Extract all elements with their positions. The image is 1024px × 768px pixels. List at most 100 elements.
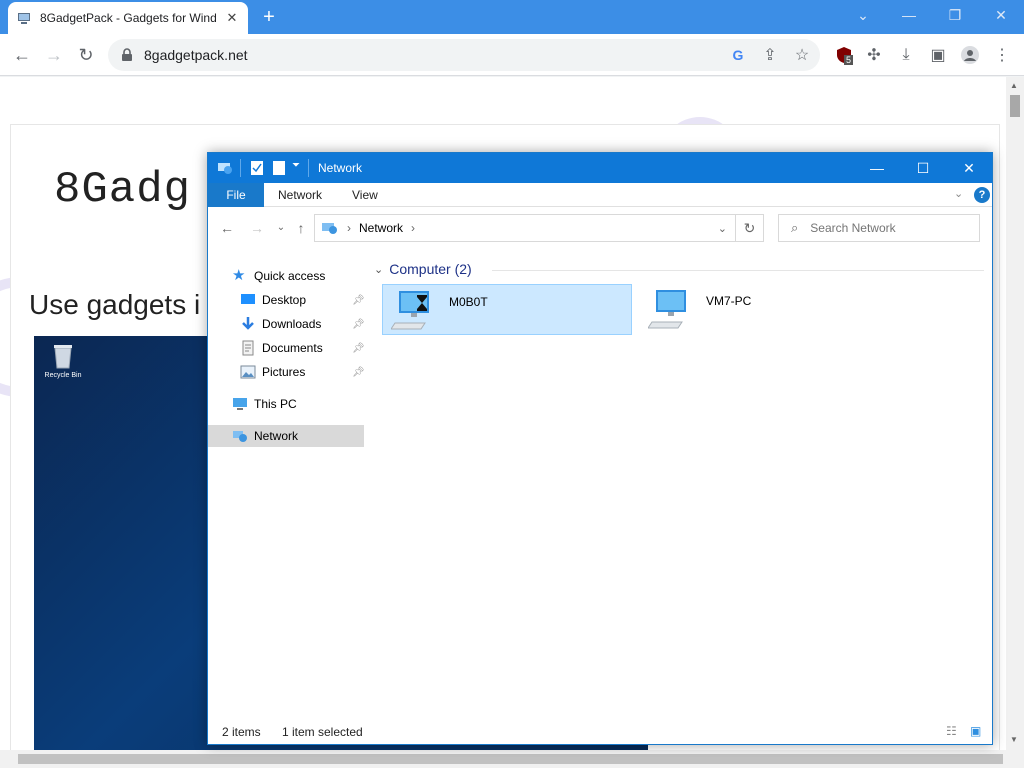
menu-kebab-icon[interactable]: ⋮ (990, 43, 1014, 67)
minimize-icon[interactable]: — (886, 0, 932, 30)
nav-this-pc[interactable]: This PC (232, 393, 297, 415)
browser-tab[interactable]: 8GadgetPack - Gadgets for Wind ✕ (8, 2, 248, 34)
horizontal-scrollbar[interactable] (0, 750, 1024, 768)
url-text: 8gadgetpack.net (144, 47, 248, 63)
browser-tabstrip: 8GadgetPack - Gadgets for Wind ✕ + ⌄ — ❐… (0, 0, 1024, 34)
breadcrumb-separator-icon: › (347, 221, 351, 235)
explorer-maximize-icon[interactable]: ☐ (900, 153, 946, 183)
explorer-minimize-icon[interactable]: — (854, 153, 900, 183)
pin-icon[interactable]: 📌︎ (352, 295, 365, 306)
tab-search-icon[interactable]: ⌄ (840, 0, 886, 30)
group-header-label: Computer (2) (389, 261, 472, 277)
computer-icon (391, 291, 429, 330)
explorer-titlebar: ⏷ Network — ☐ ✕ (208, 153, 992, 183)
new-folder-icon[interactable] (272, 160, 286, 176)
breadcrumb-chevron-icon[interactable]: › (411, 221, 415, 235)
nav-label: Downloads (262, 317, 322, 331)
profile-avatar-icon[interactable] (958, 43, 982, 67)
ribbon-tabs: File Network View ⌄ ? (208, 183, 992, 207)
network-app-icon (218, 163, 232, 174)
address-bar[interactable]: 8gadgetpack.net (108, 39, 820, 71)
tab-network[interactable]: Network (264, 183, 336, 207)
up-arrow-icon[interactable]: ↑ (292, 219, 310, 237)
group-divider (492, 270, 984, 271)
back-arrow-icon[interactable]: ← (218, 219, 236, 237)
recycle-bin: Recycle Bin (38, 342, 88, 379)
download-icon[interactable]: ⤓ (894, 43, 918, 67)
restore-icon[interactable]: ❐ (932, 0, 978, 30)
selection-count: 1 item selected (282, 725, 363, 739)
tab-view[interactable]: View (338, 183, 392, 207)
search-input[interactable] (808, 220, 959, 236)
new-tab-icon[interactable]: + (256, 6, 282, 28)
scroll-up-icon[interactable]: ▲ (1010, 81, 1018, 90)
site-subtitle: Use gadgets i (29, 289, 201, 320)
this-pc-icon (233, 398, 247, 410)
large-icons-view-icon[interactable]: ▣ (970, 724, 981, 738)
network-location-icon (322, 223, 337, 234)
close-window-icon[interactable]: ✕ (978, 0, 1024, 30)
recycle-bin-label: Recycle Bin (44, 372, 82, 379)
forward-icon[interactable]: → (42, 43, 66, 67)
qat-divider (240, 159, 241, 177)
back-icon[interactable]: ← (10, 43, 34, 67)
bookmark-star-icon[interactable]: ☆ (790, 43, 814, 67)
search-box[interactable]: ⌕ (778, 214, 980, 242)
expand-ribbon-icon[interactable]: ⌄ (954, 187, 963, 200)
close-tab-icon[interactable]: ✕ (224, 10, 240, 26)
refresh-icon[interactable]: ↻ (736, 214, 764, 242)
extension-badge: 5 (844, 55, 854, 65)
nav-label: This PC (254, 397, 297, 411)
help-icon[interactable]: ? (974, 187, 990, 203)
downloads-icon (242, 317, 254, 330)
nav-label: Documents (262, 341, 323, 355)
search-icon: ⌕ (791, 220, 799, 235)
address-dropdown-icon[interactable]: ⌄ (718, 222, 727, 235)
nav-desktop[interactable]: Desktop 📌︎ (240, 289, 365, 311)
recent-locations-icon[interactable]: ⌄ (272, 219, 290, 237)
breadcrumb-network[interactable]: Network (359, 221, 403, 235)
site-title: 8Gadg (54, 165, 192, 215)
forward-arrow-icon[interactable]: → (248, 219, 266, 237)
title-divider (308, 159, 309, 177)
computer-name: VM7-PC (706, 294, 752, 308)
nav-quick-access[interactable]: ★ Quick access (232, 265, 325, 287)
side-panel-icon[interactable]: ▣ (926, 43, 950, 67)
details-view-icon[interactable]: ☷ (946, 724, 957, 738)
tab-file[interactable]: File (208, 183, 264, 207)
ublock-extension-icon[interactable]: 5 (832, 43, 856, 67)
pin-icon[interactable]: 📌︎ (352, 319, 365, 330)
nav-network[interactable]: Network (208, 425, 364, 447)
scroll-down-icon[interactable]: ▼ (1010, 735, 1018, 744)
status-bar: 2 items 1 item selected ☷ ▣ (208, 721, 992, 743)
group-header[interactable]: ⌄ Computer (2) (374, 261, 472, 277)
address-toolbar: ← → ⌄ ↑ › Network › ⌄ ↻ ⌕ (208, 208, 992, 248)
scroll-thumb[interactable] (1010, 95, 1020, 117)
nav-downloads[interactable]: Downloads 📌︎ (240, 313, 365, 335)
google-icon[interactable]: G (726, 43, 750, 67)
properties-icon[interactable] (250, 160, 264, 176)
computer-item-m0b0t[interactable]: M0B0T (382, 284, 632, 335)
collapse-chevron-icon[interactable]: ⌄ (374, 263, 383, 276)
recycle-bin-icon (54, 345, 72, 369)
customize-qat-icon[interactable]: ⏷ (292, 160, 300, 171)
nav-label: Pictures (262, 365, 306, 379)
computer-icon (648, 290, 686, 329)
content-area: ⌄ Computer (2) M0B0T VM7-PC (372, 257, 987, 717)
pin-icon[interactable]: 📌︎ (352, 343, 365, 354)
network-icon (233, 431, 247, 442)
extensions-puzzle-icon[interactable]: ✣ (862, 43, 886, 67)
reload-icon[interactable]: ↻ (74, 43, 98, 67)
address-box[interactable]: › Network › ⌄ (314, 214, 736, 242)
share-icon[interactable]: ⇪ (758, 43, 782, 67)
nav-pictures[interactable]: Pictures 📌︎ (240, 361, 365, 383)
pin-icon[interactable]: 📌︎ (352, 367, 365, 378)
computer-item-vm7-pc[interactable]: VM7-PC (640, 284, 890, 335)
h-scroll-thumb[interactable] (18, 754, 1003, 764)
tab-title: 8GadgetPack - Gadgets for Wind (40, 11, 217, 25)
nav-documents[interactable]: Documents 📌︎ (240, 337, 365, 359)
vertical-scrollbar[interactable]: ▲ ▼ (1006, 77, 1024, 750)
explorer-close-icon[interactable]: ✕ (946, 153, 992, 183)
lock-icon (122, 48, 132, 61)
navigation-pane: ★ Quick access Desktop 📌︎ Downloads 📌︎ D… (208, 257, 365, 717)
